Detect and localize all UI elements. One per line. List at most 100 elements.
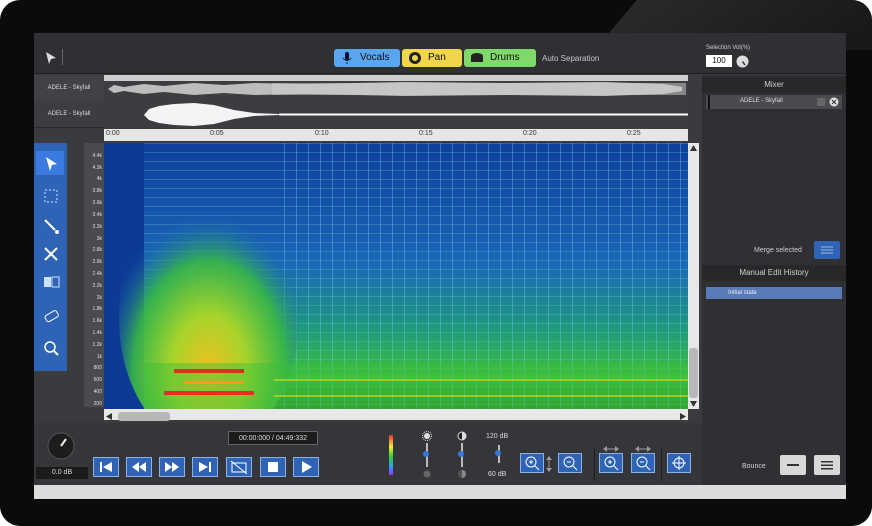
brush-icon[interactable]	[40, 215, 62, 237]
freq-tick: 2.4k	[92, 271, 102, 277]
drums-button[interactable]: Drums	[464, 49, 536, 67]
vocals-button[interactable]: Vocals	[334, 49, 400, 67]
zoom-in-horizontal-button[interactable]	[599, 453, 623, 473]
list-icon	[821, 246, 833, 254]
zoom-out-vertical-button[interactable]	[558, 453, 582, 473]
mixer-remove-icon[interactable]	[829, 97, 839, 107]
skip-start-icon	[100, 462, 112, 472]
freq-tick: 2k	[96, 295, 102, 301]
eraser-icon[interactable]	[40, 305, 62, 327]
volume-knob-icon[interactable]	[736, 55, 749, 68]
fast-forward-icon	[165, 462, 179, 472]
brightness-slider-thumb[interactable]	[423, 451, 429, 457]
timeline-tick: 0:20	[523, 130, 537, 137]
color-scale-icon	[389, 435, 393, 475]
spectrogram[interactable]	[104, 143, 688, 448]
clone-icon[interactable]	[40, 271, 62, 293]
skip-to-end-button[interactable]	[192, 457, 218, 477]
zoom-out-horizontal-button[interactable]	[631, 453, 655, 473]
freq-tick: 3k	[96, 236, 102, 242]
play-button[interactable]	[293, 457, 319, 477]
zoom-tool-icon[interactable]	[40, 337, 62, 359]
bounce-label: Bounce	[742, 463, 766, 470]
microphone-icon	[342, 52, 352, 64]
contrast-slider-thumb[interactable]	[458, 451, 464, 457]
contrast-low-icon	[458, 470, 466, 478]
skip-end-icon	[199, 462, 211, 472]
freq-tick: 1.2k	[92, 342, 102, 348]
horizontal-arrows-icon	[635, 446, 651, 452]
horizontal-arrows-icon	[603, 446, 619, 452]
mixer-track-marker	[708, 95, 710, 109]
auto-separation-label[interactable]: Auto Separation	[542, 54, 599, 63]
timeline-ruler[interactable]: 0:00 0:05 0:10 0:15 0:20 0:25	[104, 129, 688, 141]
time-readout: 00:00:000 / 04:49:332	[228, 431, 318, 445]
bounce-menu-button[interactable]	[814, 455, 840, 475]
track-name-1[interactable]: ADELE - Skyfall	[34, 75, 104, 102]
mixer-track-name: ADELE - Skyfall	[740, 98, 783, 104]
zoom-in-vertical-button[interactable]	[520, 453, 544, 473]
bounce-minus-button[interactable]	[780, 455, 806, 475]
cut-icon[interactable]	[40, 243, 62, 265]
fast-forward-button[interactable]	[159, 457, 185, 477]
select-arrow-icon[interactable]	[40, 153, 62, 175]
vocals-label: Vocals	[360, 52, 390, 63]
db-range-slider-thumb[interactable]	[495, 450, 501, 456]
transport-divider	[594, 447, 595, 481]
right-panel: Mixer ADELE - Skyfall Merge selected Man…	[702, 75, 846, 485]
history-item[interactable]: Initial state	[706, 287, 842, 299]
pointer-icon[interactable]	[44, 51, 58, 65]
freq-tick: 3.8k	[92, 188, 102, 194]
freq-tick: 1.6k	[92, 318, 102, 324]
freq-tick: 4.4k	[92, 153, 102, 159]
selection-vol-input[interactable]: 100	[706, 55, 732, 67]
frequency-ruler: 4.4k 4.2k 4k 3.8k 3.6k 3.4k 3.2k 3k 2.8k…	[84, 143, 104, 407]
zoom-in-icon	[525, 456, 540, 471]
detail-waveform[interactable]	[104, 101, 688, 128]
freq-tick: 3.6k	[92, 200, 102, 206]
top-toolbar: Vocals Pan Drums Auto Separation Selecti…	[34, 33, 846, 74]
freq-tick: 2.6k	[92, 259, 102, 265]
rectangle-select-icon[interactable]	[40, 185, 62, 207]
freq-tick: 2.2k	[92, 283, 102, 289]
master-volume-knob-icon[interactable]	[46, 431, 76, 461]
overview-waveform[interactable]	[104, 75, 688, 101]
zoom-fit-button[interactable]	[667, 453, 691, 473]
drums-label: Drums	[490, 52, 520, 63]
history-title: Manual Edit History	[702, 265, 846, 281]
bottom-strip	[34, 485, 846, 499]
horizontal-scrollbar[interactable]	[104, 409, 688, 421]
vertical-scrollbar[interactable]	[688, 143, 699, 409]
minus-icon	[787, 464, 799, 466]
vertical-arrows-icon	[546, 456, 552, 472]
timeline-tick: 0:10	[315, 130, 329, 137]
pan-knob-icon	[409, 52, 421, 64]
tool-palette	[34, 143, 67, 371]
merge-selected-button[interactable]	[814, 241, 840, 259]
loop-button[interactable]	[226, 457, 252, 477]
contrast-icon	[457, 431, 467, 441]
selection-vol-label: Selection Vol(%)	[706, 45, 751, 51]
freq-tick: 800	[93, 365, 102, 371]
loop-off-icon	[230, 460, 248, 475]
freq-tick: 3.4k	[92, 212, 102, 218]
stop-button[interactable]	[260, 457, 286, 477]
stop-icon	[268, 462, 278, 472]
zoom-out-icon	[636, 456, 651, 471]
mixer-track-row[interactable]: ADELE - Skyfall	[706, 95, 842, 109]
freq-tick: 1.4k	[92, 330, 102, 336]
play-icon	[302, 461, 312, 473]
rewind-icon	[132, 462, 146, 472]
track-name-2[interactable]: ADELE - Skyfall	[34, 101, 104, 128]
pan-button[interactable]: Pan	[402, 49, 462, 67]
brightness-low-icon	[423, 470, 431, 478]
skip-to-start-button[interactable]	[93, 457, 119, 477]
timeline-tick: 0:00	[106, 130, 120, 137]
freq-tick: 400	[93, 389, 102, 395]
crosshair-icon	[672, 456, 686, 470]
timeline-tick: 0:15	[419, 130, 433, 137]
mixer-star-icon[interactable]	[816, 97, 826, 107]
rewind-button[interactable]	[126, 457, 152, 477]
app-window: Vocals Pan Drums Auto Separation Selecti…	[34, 33, 846, 499]
freq-tick: 1.8k	[92, 306, 102, 312]
